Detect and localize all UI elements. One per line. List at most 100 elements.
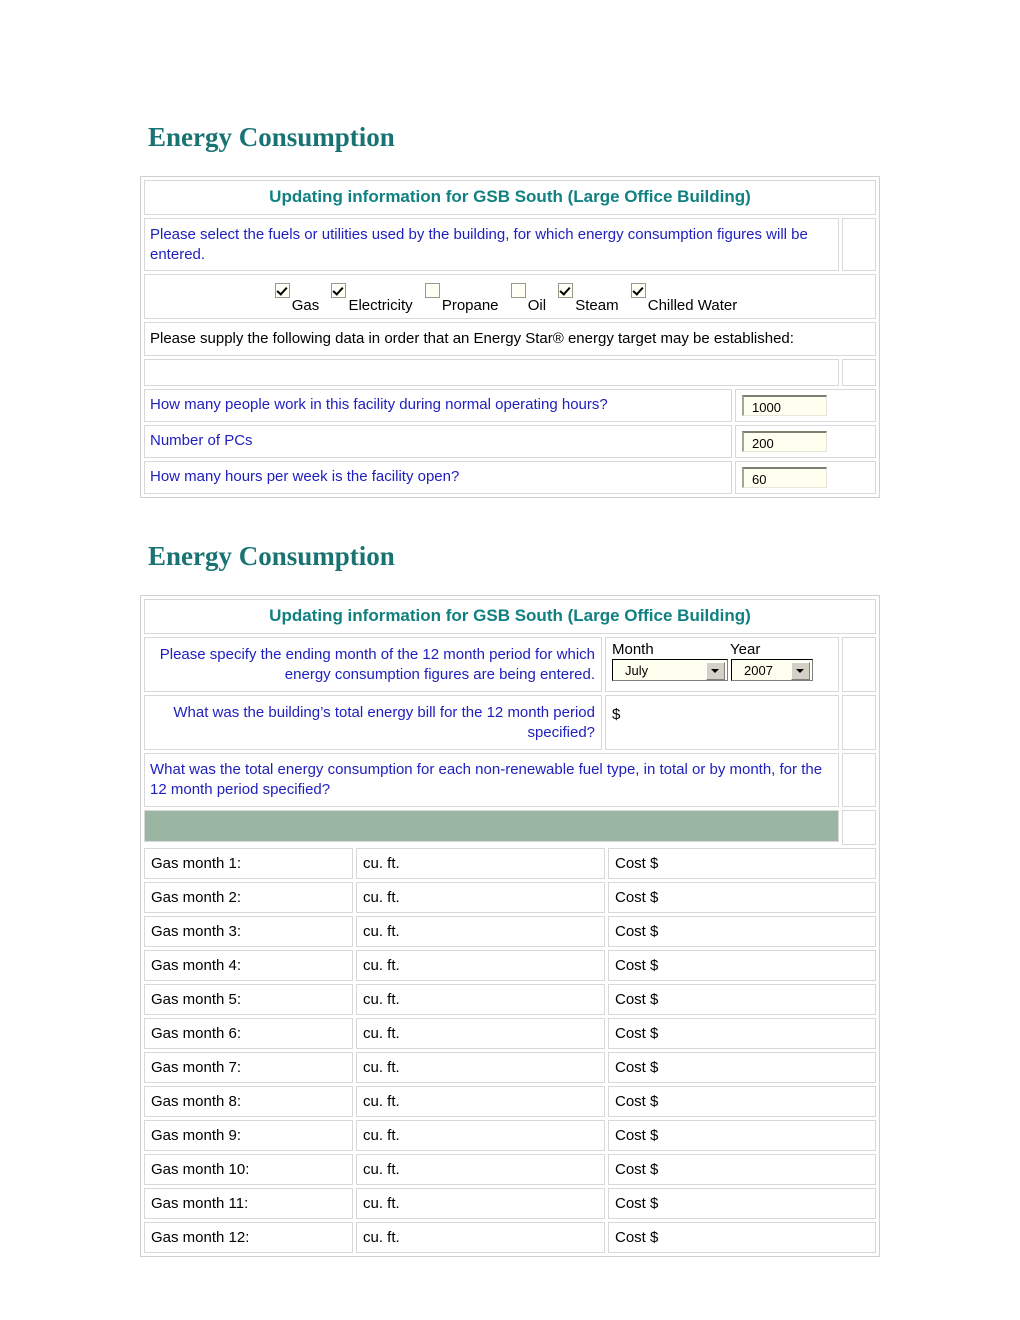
selector-controls: July 2007 — [612, 659, 832, 681]
side-spacer-cell-2 — [842, 637, 876, 692]
gas-cost-input[interactable]: Cost $ — [608, 1086, 876, 1117]
gas-volume-input[interactable]: cu. ft. — [356, 1018, 605, 1049]
table-row: Gas month 11: cu. ft. Cost $ — [144, 1188, 876, 1219]
fuel-option-propane[interactable]: Propane — [424, 283, 499, 314]
input-hours[interactable]: 60 — [742, 466, 827, 488]
month-select-value: July — [625, 663, 649, 678]
spacer-cell-main — [144, 358, 839, 386]
gas-month-label: Gas month 1: — [144, 848, 353, 879]
gas-consumption-table: Gas month 1: cu. ft. Cost $ Gas month 2: cu.… — [144, 848, 876, 1253]
side-spacer-cell — [842, 218, 876, 271]
gas-month-label: Gas month 11: — [144, 1188, 353, 1219]
gas-month-label: Gas month 3: — [144, 916, 353, 947]
gas-cost-input[interactable]: Cost $ — [608, 984, 876, 1015]
gas-volume-input[interactable]: cu. ft. — [356, 916, 605, 947]
gas-volume-input[interactable]: cu. ft. — [356, 1188, 605, 1219]
table-row: Gas month 2: cu. ft. Cost $ — [144, 882, 876, 913]
month-select[interactable]: July — [612, 659, 728, 681]
gas-cost-input[interactable]: Cost $ — [608, 848, 876, 879]
checkbox-steam-icon[interactable] — [558, 283, 574, 298]
page-title-energy-consumption-1: Energy Consumption — [148, 122, 395, 152]
field-row-occupants: How many people work in this facility du… — [144, 388, 876, 422]
fuel-option-gas[interactable]: Gas — [274, 283, 320, 314]
fuel-option-chilled-water[interactable]: Chilled Water — [630, 283, 738, 314]
panel-title-1: Updating information for GSB South (Larg… — [144, 180, 876, 215]
gas-cost-input[interactable]: Cost $ — [608, 1120, 876, 1151]
consumption-note-text: What was the total energy consumption fo… — [144, 753, 839, 807]
fuel-label-chilled-water: Chilled Water — [647, 297, 738, 314]
checkbox-chilled-water-icon[interactable] — [630, 283, 646, 298]
input-occupants[interactable]: 1000 — [742, 394, 827, 416]
gas-month-label: Gas month 9: — [144, 1120, 353, 1151]
field-label-pcs: Number of PCs — [144, 424, 732, 458]
fuel-option-electricity[interactable]: Electricity — [331, 283, 413, 314]
gas-cost-input[interactable]: Cost $ — [608, 882, 876, 913]
fuel-option-oil[interactable]: Oil — [510, 283, 547, 314]
gas-month-label: Gas month 5: — [144, 984, 353, 1015]
gas-volume-input[interactable]: cu. ft. — [356, 1086, 605, 1117]
fuel-label-oil: Oil — [527, 297, 547, 314]
input-pcs[interactable]: 200 — [742, 430, 827, 452]
table-row: Gas month 10: cu. ft. Cost $ — [144, 1154, 876, 1185]
gas-volume-input[interactable]: cu. ft. — [356, 848, 605, 879]
checkbox-oil-icon[interactable] — [510, 283, 526, 298]
supply-note-text: Please supply the following data in orde… — [144, 322, 876, 356]
fuel-label-steam: Steam — [575, 297, 619, 314]
period-question-label: Please specify the ending month of the 1… — [144, 637, 602, 692]
gas-month-label: Gas month 7: — [144, 1052, 353, 1083]
period-row: Please specify the ending month of the 1… — [144, 637, 876, 692]
gas-volume-input[interactable]: cu. ft. — [356, 984, 605, 1015]
fuel-label-propane: Propane — [441, 297, 499, 314]
table-row: Gas month 9: cu. ft. Cost $ — [144, 1120, 876, 1151]
table-row: Gas month 5: cu. ft. Cost $ — [144, 984, 876, 1015]
side-spacer-cell-3 — [842, 695, 876, 750]
table-row: Gas month 6: cu. ft. Cost $ — [144, 1018, 876, 1049]
panel-title-2: Updating information for GSB South (Larg… — [144, 599, 876, 634]
supply-note-row: Please supply the following data in orde… — [144, 322, 876, 356]
gas-month-label: Gas month 6: — [144, 1018, 353, 1049]
fuel-prompt-row: Please select the fuels or utilities use… — [144, 218, 876, 271]
table-row: Gas month 12: cu. ft. Cost $ — [144, 1222, 876, 1253]
year-header-label: Year — [730, 641, 761, 658]
table-row: Gas month 4: cu. ft. Cost $ — [144, 950, 876, 981]
fuel-label-gas: Gas — [291, 297, 320, 314]
field-row-pcs: Number of PCs 200 — [144, 424, 876, 458]
energy-consumption-panel-2: Updating information for GSB South (Larg… — [140, 595, 880, 1257]
gas-volume-input[interactable]: cu. ft. — [356, 1154, 605, 1185]
year-select[interactable]: 2007 — [731, 659, 813, 681]
month-header-label: Month — [612, 641, 654, 658]
gas-month-label: Gas month 12: — [144, 1222, 353, 1253]
gas-cost-input[interactable]: Cost $ — [608, 1154, 876, 1185]
currency-prefix: $ — [612, 706, 621, 723]
gas-volume-input[interactable]: cu. ft. — [356, 1222, 605, 1253]
gas-cost-input[interactable]: Cost $ — [608, 916, 876, 947]
chevron-down-icon-year[interactable] — [791, 662, 810, 680]
fuel-checkbox-group: Gas Electricity Propane Oil Steam Chille… — [144, 274, 876, 319]
table-row: Gas month 3: cu. ft. Cost $ — [144, 916, 876, 947]
period-selectors: Month Year July 2007 — [605, 637, 839, 692]
fuel-option-steam[interactable]: Steam — [558, 283, 619, 314]
total-bill-row: What was the building’s total energy bil… — [144, 695, 876, 750]
gas-cost-input[interactable]: Cost $ — [608, 1052, 876, 1083]
checkbox-electricity-icon[interactable] — [331, 283, 347, 298]
gas-cost-input[interactable]: Cost $ — [608, 1188, 876, 1219]
field-box-occupants: 1000 — [735, 388, 876, 422]
table-row: Gas month 8: cu. ft. Cost $ — [144, 1086, 876, 1117]
gas-cost-input[interactable]: Cost $ — [608, 950, 876, 981]
spacer-cell-side — [842, 358, 876, 386]
checkbox-propane-icon[interactable] — [424, 283, 440, 298]
total-bill-field[interactable]: $ — [605, 695, 839, 750]
table-row: Gas month 1: cu. ft. Cost $ — [144, 848, 876, 879]
gas-cost-input[interactable]: Cost $ — [608, 1222, 876, 1253]
gas-volume-input[interactable]: cu. ft. — [356, 1052, 605, 1083]
gas-month-label: Gas month 4: — [144, 950, 353, 981]
checkbox-gas-icon[interactable] — [274, 283, 290, 298]
gas-volume-input[interactable]: cu. ft. — [356, 1120, 605, 1151]
page-title-energy-consumption-2: Energy Consumption — [148, 541, 395, 571]
gas-volume-input[interactable]: cu. ft. — [356, 950, 605, 981]
gas-volume-input[interactable]: cu. ft. — [356, 882, 605, 913]
gas-cost-input[interactable]: Cost $ — [608, 1018, 876, 1049]
fuel-label-electricity: Electricity — [348, 297, 413, 314]
field-box-hours: 60 — [735, 460, 876, 494]
chevron-down-icon-month[interactable] — [706, 662, 725, 680]
